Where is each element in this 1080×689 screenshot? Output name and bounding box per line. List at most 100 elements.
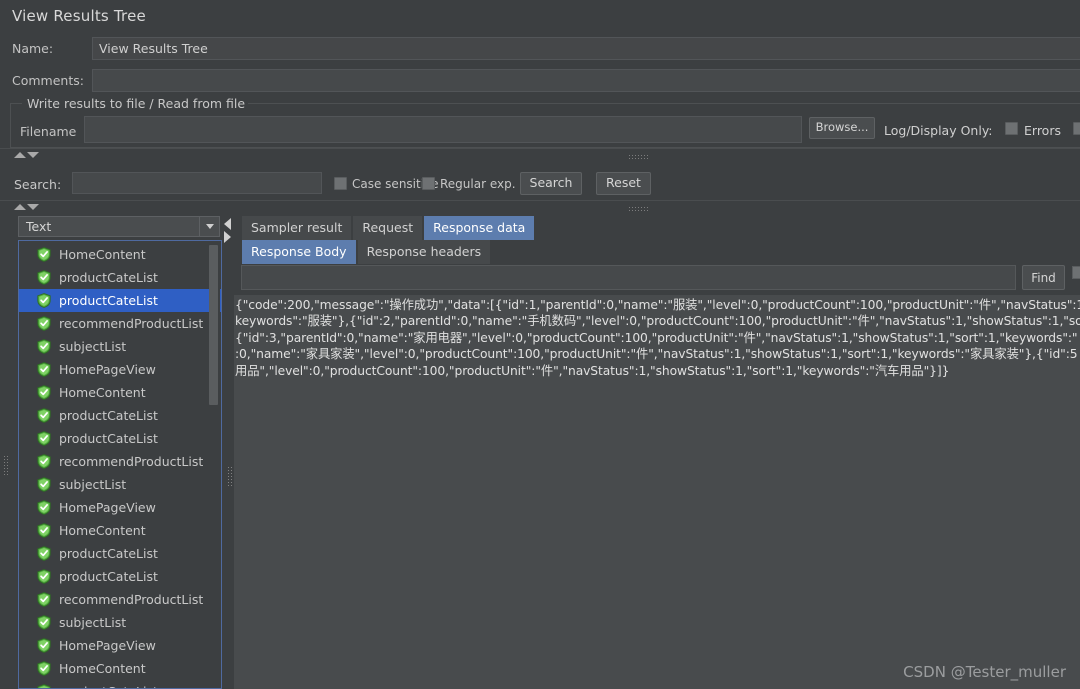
success-shield-icon xyxy=(37,477,51,492)
success-shield-icon xyxy=(37,385,51,400)
find-option-checkbox[interactable] xyxy=(1072,266,1080,279)
comments-label: Comments: xyxy=(12,73,84,88)
tree-item[interactable]: HomeContent xyxy=(19,243,221,266)
success-shield-icon xyxy=(37,592,51,607)
success-shield-icon xyxy=(37,362,51,377)
success-shield-icon xyxy=(37,523,51,538)
success-shield-icon xyxy=(37,684,51,688)
tree-item[interactable]: productCateList xyxy=(19,542,221,565)
group-border-right xyxy=(245,103,1080,104)
tree-item-label: productCateList xyxy=(59,431,158,446)
name-input[interactable]: View Results Tree xyxy=(92,37,1080,60)
search-input[interactable] xyxy=(72,172,322,194)
group-border-left xyxy=(10,103,22,104)
tree-item[interactable]: HomeContent xyxy=(19,519,221,542)
tree-item-label: recommendProductList xyxy=(59,316,204,331)
regular-expression-checkbox[interactable] xyxy=(422,177,435,190)
collapse-up-icon[interactable] xyxy=(14,204,26,210)
result-tabs-sub[interactable]: Response Body Response headers xyxy=(242,240,491,264)
tree-item[interactable]: HomePageView xyxy=(19,496,221,519)
renderer-select-value: Text xyxy=(26,219,52,234)
collapse-down-icon[interactable] xyxy=(27,152,39,158)
tree-item[interactable]: productCateList xyxy=(19,427,221,450)
splitter-top[interactable] xyxy=(0,148,1080,162)
file-group-title: Write results to file / Read from file xyxy=(24,96,249,111)
tree-item-label: HomePageView xyxy=(59,362,156,377)
splitter-grip-icon[interactable] xyxy=(628,154,650,159)
tree-item[interactable]: subjectList xyxy=(19,473,221,496)
collapse-up-icon[interactable] xyxy=(14,152,26,158)
tab-request[interactable]: Request xyxy=(353,216,423,240)
find-button[interactable]: Find xyxy=(1022,265,1065,290)
comments-input[interactable] xyxy=(92,69,1080,92)
tree-item[interactable]: productCateList xyxy=(19,266,221,289)
tree-item-label: HomeContent xyxy=(59,385,146,400)
tree-item[interactable]: productCateList xyxy=(19,680,221,688)
tree-item-label: productCateList xyxy=(59,546,158,561)
tree-item[interactable]: HomePageView xyxy=(19,358,221,381)
success-shield-icon xyxy=(37,270,51,285)
success-shield-icon xyxy=(37,546,51,561)
collapse-right-icon[interactable] xyxy=(224,231,231,243)
tab-response-data[interactable]: Response data xyxy=(424,216,535,240)
tree-item-label: HomePageView xyxy=(59,638,156,653)
search-button[interactable]: Search xyxy=(520,172,582,195)
log-display-only-label: Log/Display Only: xyxy=(884,123,993,138)
tree-scrollbar-thumb[interactable] xyxy=(209,245,218,405)
tree-item-label: subjectList xyxy=(59,477,127,492)
splitter-grip-icon[interactable] xyxy=(628,206,650,211)
result-tabs-main[interactable]: Sampler result Request Response data xyxy=(242,216,535,240)
tree-item[interactable]: HomeContent xyxy=(19,657,221,680)
tab-response-headers[interactable]: Response headers xyxy=(357,240,491,264)
vertical-splitter-arrows[interactable] xyxy=(224,218,231,243)
tree-item[interactable]: recommendProductList xyxy=(19,588,221,611)
tree-item-label: recommendProductList xyxy=(59,454,204,469)
tree-item[interactable]: HomeContent xyxy=(19,381,221,404)
success-shield-icon xyxy=(37,661,51,676)
tree-item[interactable]: subjectList xyxy=(19,611,221,634)
tree-item[interactable]: productCateList xyxy=(19,565,221,588)
tree-item[interactable]: HomePageView xyxy=(19,634,221,657)
window-edge-grip-icon[interactable] xyxy=(3,455,8,475)
find-input[interactable] xyxy=(241,265,1016,290)
tree-item[interactable]: recommendProductList xyxy=(19,312,221,335)
vertical-splitter[interactable] xyxy=(224,214,234,689)
tab-sampler-result[interactable]: Sampler result xyxy=(242,216,352,240)
splitter-top-arrows[interactable] xyxy=(14,152,39,158)
success-shield-icon xyxy=(37,638,51,653)
reset-button[interactable]: Reset xyxy=(596,172,651,195)
success-shield-icon xyxy=(37,408,51,423)
tree-item[interactable]: productCateList xyxy=(19,289,221,312)
success-shield-icon xyxy=(37,339,51,354)
results-tree-list[interactable]: HomeContent productCateList productCateLis… xyxy=(19,241,221,688)
tree-item-label: recommendProductList xyxy=(59,592,204,607)
renderer-select[interactable]: Text xyxy=(18,216,220,237)
tree-item[interactable]: recommendProductList xyxy=(19,450,221,473)
tree-item-label: productCateList xyxy=(59,569,158,584)
successes-checkbox[interactable] xyxy=(1073,122,1080,135)
success-shield-icon xyxy=(37,615,51,630)
regular-expression-label: Regular exp. xyxy=(440,177,516,191)
response-body-text[interactable]: {"code":200,"message":"操作成功","data":[{"i… xyxy=(234,295,1080,689)
collapse-left-icon[interactable] xyxy=(224,218,231,230)
tree-item[interactable]: subjectList xyxy=(19,335,221,358)
tab-response-body[interactable]: Response Body xyxy=(242,240,356,264)
results-tree-panel[interactable]: HomeContent productCateList productCateLis… xyxy=(18,240,222,689)
tree-scrollbar-track[interactable] xyxy=(209,242,220,688)
page-title: View Results Tree xyxy=(12,7,146,25)
splitter-middle-arrows[interactable] xyxy=(14,204,39,210)
tree-item[interactable]: productCateList xyxy=(19,404,221,427)
vertical-splitter-grip-icon[interactable] xyxy=(227,466,232,488)
case-sensitive-checkbox[interactable] xyxy=(334,177,347,190)
tree-item-label: HomePageView xyxy=(59,500,156,515)
chevron-down-icon[interactable] xyxy=(199,217,219,236)
tree-item-label: productCateList xyxy=(59,408,158,423)
search-label: Search: xyxy=(14,177,62,192)
browse-button[interactable]: Browse... xyxy=(809,117,875,139)
tree-item-label: HomeContent xyxy=(59,661,146,676)
collapse-down-icon[interactable] xyxy=(27,204,39,210)
success-shield-icon xyxy=(37,454,51,469)
filename-input[interactable] xyxy=(84,116,802,143)
errors-checkbox[interactable] xyxy=(1005,122,1018,135)
splitter-middle[interactable] xyxy=(0,200,1080,214)
